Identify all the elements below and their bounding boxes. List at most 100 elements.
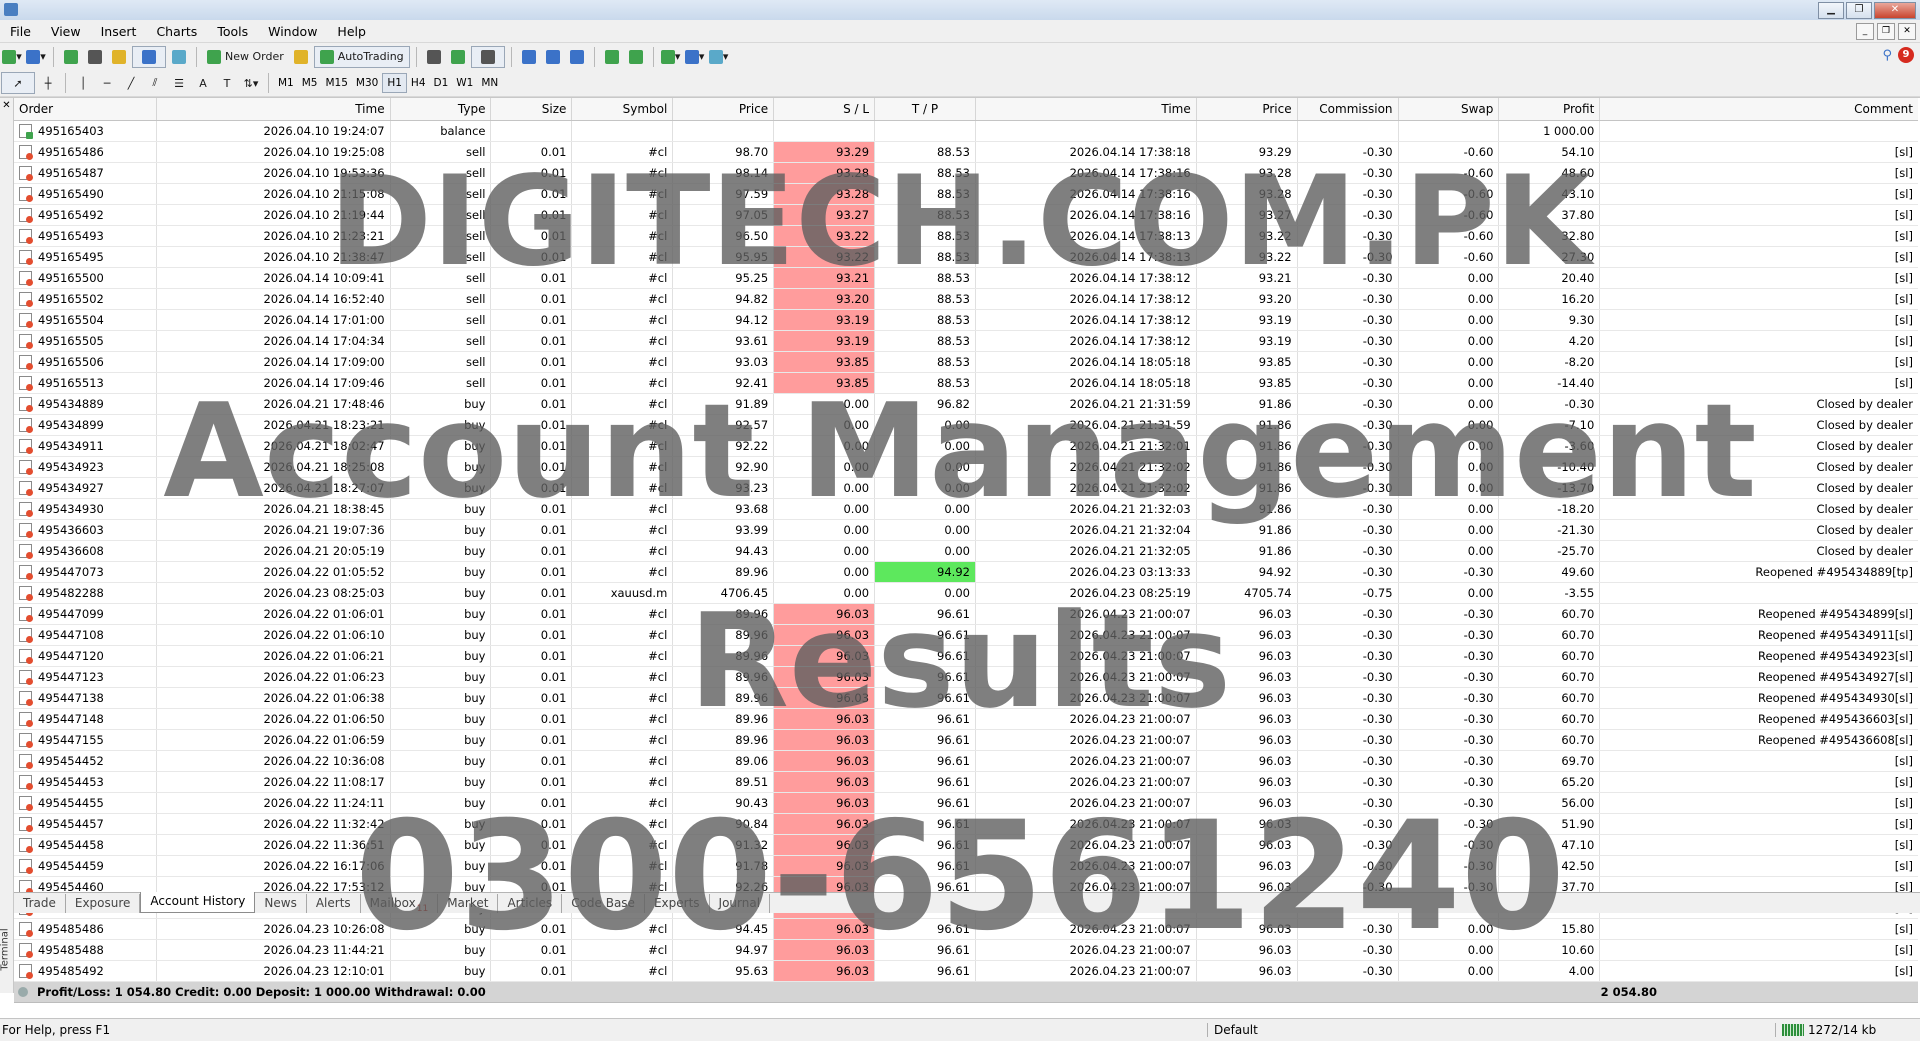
- profiles-button[interactable]: ▾: [25, 47, 47, 67]
- menu-file[interactable]: File: [0, 24, 41, 39]
- chart-close-button[interactable]: ✕: [1898, 23, 1916, 40]
- new-chart-button[interactable]: ▾: [1, 47, 23, 67]
- table-row[interactable]: 495447073 2026.04.22 01:05:52 buy 0.01 #cl 89…: [14, 562, 1918, 583]
- table-row[interactable]: 495447108 2026.04.22 01:06:10 buy 0.01 #cl 89…: [14, 625, 1918, 646]
- table-row[interactable]: 495165495 2026.04.10 21:38:47 sell 0.01 #cl 9…: [14, 247, 1918, 268]
- candlestick-chart-button[interactable]: [447, 47, 469, 67]
- new-order-button[interactable]: New Order: [203, 47, 288, 67]
- timeframe-m1[interactable]: M1: [274, 74, 298, 92]
- timeframe-m15[interactable]: M15: [322, 74, 352, 92]
- trendline-tool[interactable]: ╱: [120, 73, 142, 93]
- table-row[interactable]: 495165504 2026.04.14 17:01:00 sell 0.01 #cl 9…: [14, 310, 1918, 331]
- table-row[interactable]: 495454453 2026.04.22 11:08:17 buy 0.01 #cl 89…: [14, 772, 1918, 793]
- table-row[interactable]: 495434889 2026.04.21 17:48:46 buy 0.01 #cl 91…: [14, 394, 1918, 415]
- table-row[interactable]: 495165487 2026.04.10 19:53:36 sell 0.01 #cl 9…: [14, 163, 1918, 184]
- timeframe-mn[interactable]: MN: [477, 74, 502, 92]
- column-header-swap[interactable]: Swap: [1399, 98, 1500, 120]
- chart-shift-button[interactable]: [625, 47, 647, 67]
- table-row[interactable]: 495165492 2026.04.10 21:19:44 sell 0.01 #cl 9…: [14, 205, 1918, 226]
- table-row[interactable]: 495485488 2026.04.23 11:44:21 buy 0.01 #cl 94…: [14, 940, 1918, 961]
- column-header-tp[interactable]: T / P: [875, 98, 976, 120]
- notifications-badge[interactable]: 9: [1898, 47, 1914, 63]
- tab-alerts[interactable]: Alerts: [307, 894, 361, 913]
- table-row[interactable]: 495447148 2026.04.22 01:06:50 buy 0.01 #cl 89…: [14, 709, 1918, 730]
- bar-chart-button[interactable]: [423, 47, 445, 67]
- column-header-close-price[interactable]: Price: [1197, 98, 1298, 120]
- table-row[interactable]: 495454458 2026.04.22 11:36:51 buy 0.01 #cl 91…: [14, 835, 1918, 856]
- column-header-size[interactable]: Size: [491, 98, 573, 120]
- cursor-tool[interactable]: ➚: [1, 72, 35, 94]
- table-row[interactable]: 495447099 2026.04.22 01:06:01 buy 0.01 #cl 89…: [14, 604, 1918, 625]
- column-header-order[interactable]: Order: [14, 98, 157, 120]
- menu-charts[interactable]: Charts: [146, 24, 207, 39]
- chart-restore-button[interactable]: ❐: [1877, 23, 1895, 40]
- tab-code-base[interactable]: Code Base: [562, 894, 645, 913]
- table-row[interactable]: 495165506 2026.04.14 17:09:00 sell 0.01 #cl 9…: [14, 352, 1918, 373]
- menu-tools[interactable]: Tools: [207, 24, 258, 39]
- text-tool[interactable]: A: [192, 73, 214, 93]
- column-header-commission[interactable]: Commission: [1298, 98, 1399, 120]
- table-row[interactable]: 495482288 2026.04.23 08:25:03 buy 0.01 xauus…: [14, 583, 1918, 604]
- navigator-button[interactable]: [108, 47, 130, 67]
- table-row[interactable]: 495165493 2026.04.10 21:23:21 sell 0.01 #cl 9…: [14, 226, 1918, 247]
- status-profile[interactable]: Default: [1207, 1023, 1258, 1037]
- table-row[interactable]: 495165502 2026.04.14 16:52:40 sell 0.01 #cl 9…: [14, 289, 1918, 310]
- vertical-line-tool[interactable]: │: [72, 73, 94, 93]
- crosshair-tool[interactable]: ┼: [37, 73, 59, 93]
- fibonacci-tool[interactable]: ☰: [168, 73, 190, 93]
- table-row[interactable]: 495434927 2026.04.21 18:27:07 buy 0.01 #cl 93…: [14, 478, 1918, 499]
- menu-insert[interactable]: Insert: [91, 24, 147, 39]
- column-header-sl[interactable]: S / L: [774, 98, 876, 120]
- table-row[interactable]: 495434923 2026.04.21 18:25:08 buy 0.01 #cl 92…: [14, 457, 1918, 478]
- horizontal-line-tool[interactable]: ─: [96, 73, 118, 93]
- restore-window-button[interactable]: ❐: [1846, 2, 1872, 19]
- text-label-tool[interactable]: T: [216, 73, 238, 93]
- table-row[interactable]: 495454459 2026.04.22 16:17:06 buy 0.01 #cl 91…: [14, 856, 1918, 877]
- table-row[interactable]: 495165490 2026.04.10 21:15:08 sell 0.01 #cl 9…: [14, 184, 1918, 205]
- table-row[interactable]: 495436608 2026.04.21 20:05:19 buy 0.01 #cl 94…: [14, 541, 1918, 562]
- table-row[interactable]: 495454457 2026.04.22 11:32:42 buy 0.01 #cl 90…: [14, 814, 1918, 835]
- channel-tool[interactable]: ⫽: [144, 73, 166, 93]
- minimize-window-button[interactable]: ▁: [1818, 2, 1844, 19]
- timeframe-w1[interactable]: W1: [452, 74, 477, 92]
- menu-window[interactable]: Window: [258, 24, 327, 39]
- table-row[interactable]: 495165403 2026.04.10 19:24:07 balance 1 000…: [14, 121, 1918, 142]
- menu-view[interactable]: View: [41, 24, 91, 39]
- line-chart-button[interactable]: [470, 45, 505, 68]
- table-row[interactable]: 495436603 2026.04.21 19:07:36 buy 0.01 #cl 93…: [14, 520, 1918, 541]
- column-header-comment[interactable]: Comment: [1600, 98, 1918, 120]
- table-row[interactable]: 495447123 2026.04.22 01:06:23 buy 0.01 #cl 89…: [14, 667, 1918, 688]
- timeframe-h4[interactable]: H4: [407, 74, 430, 92]
- table-row[interactable]: 495434930 2026.04.21 18:38:45 buy 0.01 #cl 93…: [14, 499, 1918, 520]
- table-row[interactable]: 495447138 2026.04.22 01:06:38 buy 0.01 #cl 89…: [14, 688, 1918, 709]
- tab-account-history[interactable]: Account History: [140, 892, 256, 913]
- tab-market[interactable]: Market: [438, 894, 499, 913]
- table-row[interactable]: 495165505 2026.04.14 17:04:34 sell 0.01 #cl 9…: [14, 331, 1918, 352]
- tab-exposure[interactable]: Exposure: [66, 894, 141, 913]
- timeframe-d1[interactable]: D1: [430, 74, 453, 92]
- tab-news[interactable]: News: [255, 894, 307, 913]
- periods-button[interactable]: ▾: [684, 47, 706, 67]
- tile-windows-button[interactable]: [566, 47, 588, 67]
- indicators-button[interactable]: ▾: [660, 47, 682, 67]
- zoom-in-button[interactable]: [518, 47, 540, 67]
- tab-experts[interactable]: Experts: [645, 894, 710, 913]
- menu-help[interactable]: Help: [327, 24, 376, 39]
- table-row[interactable]: 495165486 2026.04.10 19:25:08 sell 0.01 #cl 9…: [14, 142, 1918, 163]
- table-row[interactable]: 495165500 2026.04.14 10:09:41 sell 0.01 #cl 9…: [14, 268, 1918, 289]
- column-header-close-time[interactable]: Time: [976, 98, 1197, 120]
- terminal-button[interactable]: [132, 45, 166, 68]
- search-icon[interactable]: ⚲: [1882, 48, 1892, 63]
- close-window-button[interactable]: ✕: [1874, 2, 1916, 19]
- table-row[interactable]: 495447120 2026.04.22 01:06:21 buy 0.01 #cl 89…: [14, 646, 1918, 667]
- tab-articles[interactable]: Articles: [498, 894, 563, 913]
- timeframe-h1[interactable]: H1: [382, 73, 407, 93]
- column-header-profit[interactable]: Profit: [1499, 98, 1601, 120]
- tab-trade[interactable]: Trade: [14, 894, 66, 913]
- chart-minimize-button[interactable]: _: [1856, 23, 1874, 40]
- table-row[interactable]: 495434911 2026.04.21 18:02:47 buy 0.01 #cl 92…: [14, 436, 1918, 457]
- metaeditor-button[interactable]: [290, 47, 312, 67]
- auto-scroll-button[interactable]: [601, 47, 623, 67]
- column-header-type[interactable]: Type: [391, 98, 492, 120]
- table-row[interactable]: 495485492 2026.04.23 12:10:01 buy 0.01 #cl 95…: [14, 961, 1918, 982]
